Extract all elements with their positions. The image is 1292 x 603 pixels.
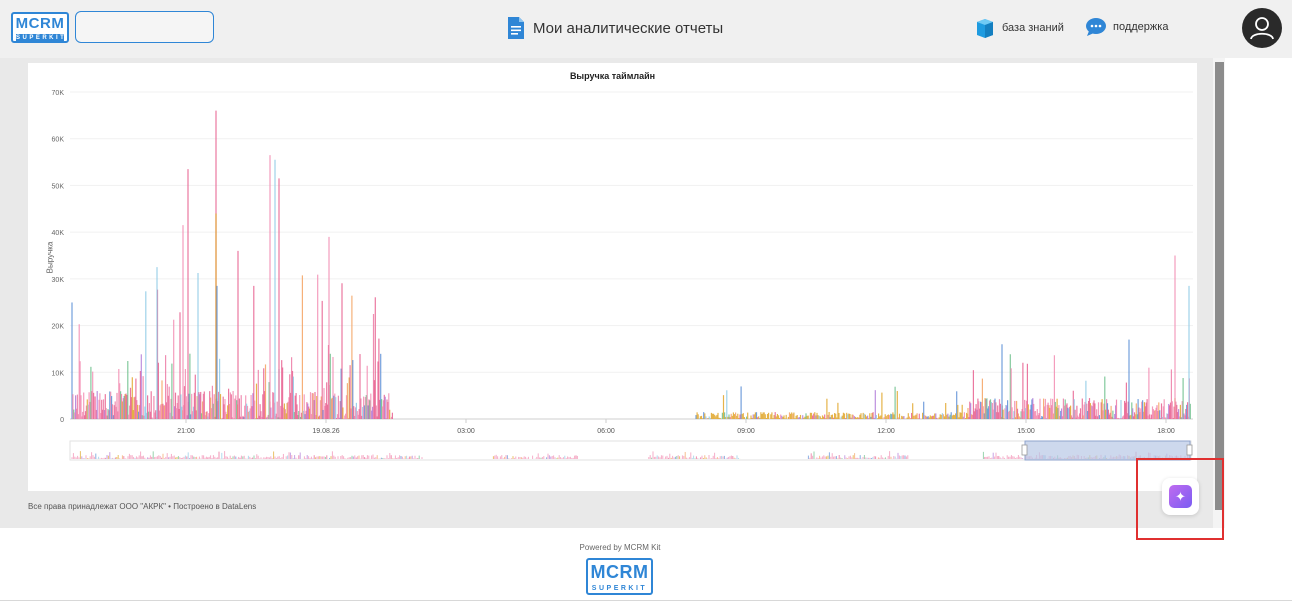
x-tick-label: 15:00 [1017, 428, 1035, 435]
revenue-timeline-chart[interactable]: 0 10K 20K 30K 40K 50K 60K 70K 21:00 19.08.26 03:00… [28, 63, 1197, 491]
logo-main-text: MCRM [15, 15, 65, 32]
navigator-handle-left [1021, 444, 1028, 456]
y-tick-label: 30K [52, 277, 65, 284]
powered-by-text: Powered by MCRM Kit [579, 543, 661, 552]
page-title-group: Мои аналитические отчеты [506, 15, 723, 41]
user-icon [1250, 17, 1274, 40]
y-tick-label: 60K [52, 137, 65, 144]
y-tick-label: 40K [52, 230, 65, 237]
bottom-divider [0, 600, 1292, 601]
user-avatar[interactable] [1242, 8, 1282, 48]
highlight-frame [1136, 458, 1224, 540]
support-label: поддержка [1113, 21, 1169, 33]
page-title: Мои аналитические отчеты [533, 19, 724, 37]
y-tick-label: 50K [52, 183, 65, 190]
y-tick-label: 10K [52, 370, 65, 377]
y-tick-label: 0 [60, 417, 64, 424]
x-tick-label: 06:00 [597, 428, 615, 435]
app-header: MCRM SUPERKIT Мои аналитические отчеты б… [0, 0, 1292, 58]
y-tick-label: 20K [52, 324, 65, 331]
footer-logo-main: MCRM [590, 562, 649, 582]
knowledge-base-link[interactable]: база знаний [974, 17, 1064, 39]
search-input[interactable] [75, 11, 214, 43]
x-tick-label: 03:00 [457, 428, 475, 435]
x-tick-label: 12:00 [877, 428, 895, 435]
knowledge-base-label: база знаний [1002, 22, 1064, 34]
chat-bubble-icon [1086, 18, 1106, 36]
scrollbar-thumb[interactable] [1215, 62, 1224, 510]
chart-card: Выручка таймлайн Выручка 0 10K 20K 30K 40K 50… [28, 63, 1197, 491]
x-tick-label: 18:00 [1157, 428, 1175, 435]
footer-logo[interactable]: MCRM SUPERKIT [586, 558, 653, 595]
support-link[interactable]: поддержка [1085, 17, 1168, 37]
navigator-handle-right [1186, 444, 1193, 456]
x-tick-label: 21:00 [177, 428, 195, 435]
copyright-note: Все права принадлежат ООО "АКРК" • Постр… [28, 502, 257, 511]
x-tick-label: 09:00 [737, 428, 755, 435]
footer-logo-sub: SUPERKIT [591, 584, 648, 593]
cube-icon [977, 19, 993, 38]
document-icon [508, 17, 524, 39]
x-tick-label: 19.08.26 [312, 428, 339, 435]
mcrm-logo[interactable]: MCRM SUPERKIT [11, 12, 69, 43]
y-tick-label: 70K [52, 90, 65, 97]
logo-sub-text: SUPERKIT [16, 34, 67, 42]
